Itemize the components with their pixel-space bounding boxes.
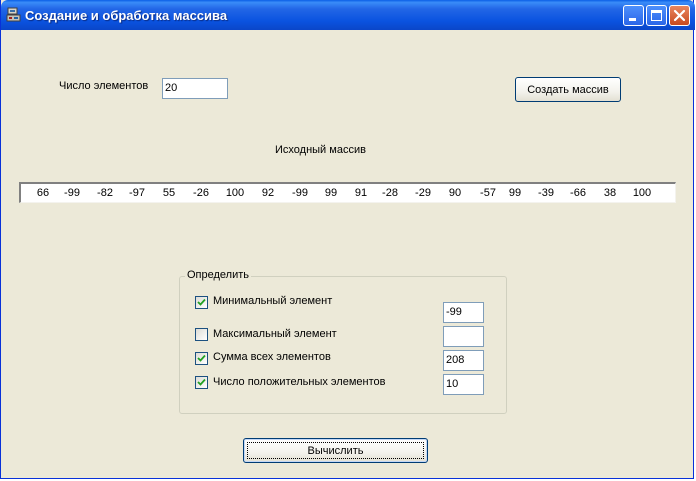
- array-value: 100: [225, 187, 245, 199]
- array-value: -97: [129, 187, 145, 199]
- positive-count-checkbox[interactable]: [195, 376, 208, 389]
- options-group-caption: Определить: [185, 269, 252, 281]
- count-input[interactable]: 20: [162, 78, 228, 99]
- array-value: 55: [162, 187, 176, 199]
- array-value: 99: [324, 187, 338, 199]
- array-value: -26: [193, 187, 209, 199]
- array-value: -29: [415, 187, 431, 199]
- count-label: Число элементов: [59, 80, 149, 92]
- array-value: 66: [36, 187, 50, 199]
- focus-rect: [247, 442, 424, 459]
- array-value: 90: [448, 187, 462, 199]
- array-value: -82: [97, 187, 113, 199]
- maximize-button[interactable]: [646, 5, 667, 26]
- min-element-label[interactable]: Минимальный элемент: [213, 295, 332, 307]
- max-element-checkbox[interactable]: [195, 328, 208, 341]
- array-value: -39: [538, 187, 554, 199]
- close-button[interactable]: [669, 5, 690, 26]
- positive-count-label[interactable]: Число положительных элементов: [213, 376, 385, 388]
- close-icon: [673, 9, 686, 22]
- maximize-icon: [651, 10, 662, 21]
- array-value: 91: [354, 187, 368, 199]
- array-value: -57: [480, 187, 496, 199]
- array-value: 100: [632, 187, 652, 199]
- max-element-label[interactable]: Максимальный элемент: [213, 328, 337, 340]
- create-array-button[interactable]: Создать массив: [515, 77, 621, 102]
- array-value: 99: [508, 187, 522, 199]
- title-bar[interactable]: Создание и обработка массива: [1, 0, 695, 30]
- array-value: -28: [382, 187, 398, 199]
- positive-count-result[interactable]: 10: [443, 374, 484, 395]
- minimize-icon: [629, 18, 636, 21]
- source-array-label: Исходный массив: [275, 144, 366, 156]
- sum-elements-checkbox[interactable]: [195, 352, 208, 365]
- checkmark-icon: [197, 378, 206, 386]
- minimize-button[interactable]: [623, 5, 644, 26]
- main-window: Создание и обработка массива Число элеме…: [0, 0, 695, 479]
- min-element-checkbox[interactable]: [195, 296, 208, 309]
- max-element-result[interactable]: [443, 326, 484, 347]
- checkmark-icon: [197, 298, 206, 306]
- array-value: -99: [64, 187, 80, 199]
- array-value: -66: [570, 187, 586, 199]
- checkmark-icon: [197, 354, 206, 362]
- sum-elements-label[interactable]: Сумма всех элементов: [213, 351, 331, 363]
- sum-elements-result[interactable]: 208: [443, 350, 484, 371]
- app-icon: [6, 7, 21, 22]
- source-array-field[interactable]: 66 -99 -82 -97 55 -26 100 92 -99 99 91 -…: [19, 182, 676, 203]
- calculate-button[interactable]: Вычислить: [243, 438, 428, 463]
- array-value: -99: [292, 187, 308, 199]
- array-value: 92: [261, 187, 275, 199]
- window-title: Создание и обработка массива: [25, 8, 228, 23]
- array-value: 38: [603, 187, 617, 199]
- min-element-result[interactable]: -99: [443, 302, 484, 323]
